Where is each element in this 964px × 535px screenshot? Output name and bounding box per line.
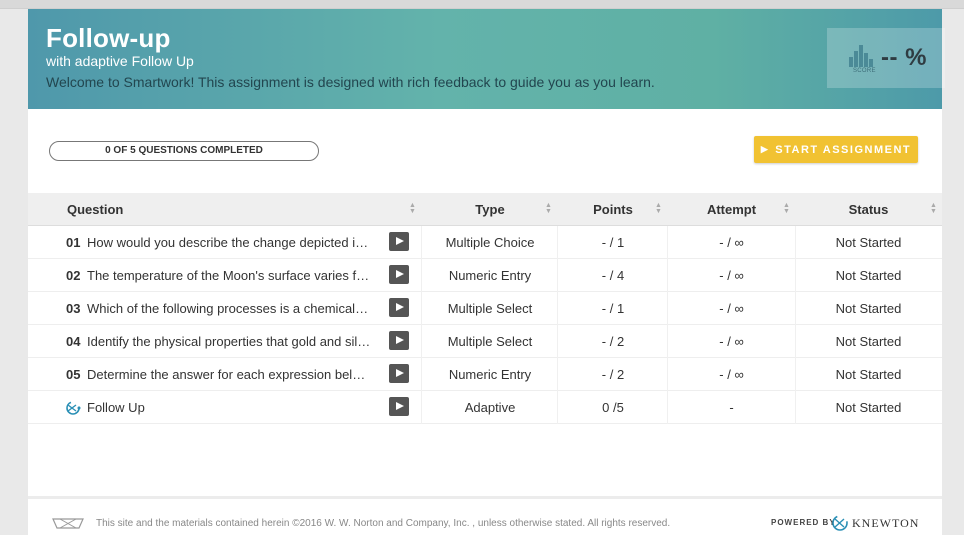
question-attempt: - / ∞ xyxy=(719,367,744,382)
question-status: Not Started xyxy=(835,367,902,382)
question-type: Adaptive xyxy=(464,400,516,415)
question-text[interactable]: Identify the physical properties that go… xyxy=(87,325,371,358)
progress-indicator: 0 OF 5 QUESTIONS COMPLETED xyxy=(49,141,319,161)
assignment-panel: Follow-up with adaptive Follow Up Welcom… xyxy=(28,9,945,535)
assignment-header: Follow-up with adaptive Follow Up Welcom… xyxy=(28,9,945,109)
copyright-text: This site and the materials contained he… xyxy=(96,518,671,529)
table-row[interactable]: 01 How would you describe the change dep… xyxy=(28,226,942,259)
column-header-attempt[interactable]: Attempt xyxy=(668,193,795,226)
question-number: 05 xyxy=(66,367,81,382)
score-box: SCORE -- % xyxy=(827,28,945,88)
page-subtitle: with adaptive Follow Up xyxy=(46,53,194,69)
table-row[interactable]: 02 The temperature of the Moon's surface… xyxy=(28,259,942,292)
question-text[interactable]: Which of the following processes is a ch… xyxy=(87,292,371,325)
welcome-message: Welcome to Smartwork! This assignment is… xyxy=(46,74,655,90)
table-row[interactable]: 03 Which of the following processes is a… xyxy=(28,292,942,325)
table-header: Question ▲ ▼ Type ▲ ▼ Points ▲ ▼ Attempt ▲ ▼… xyxy=(28,193,942,226)
start-assignment-button[interactable]: ▶ START ASSIGNMENT xyxy=(754,136,918,163)
question-points: - / 1 xyxy=(601,235,625,250)
norton-logo-icon xyxy=(52,518,84,529)
brand-name[interactable]: KNEWTON xyxy=(852,516,919,531)
question-points: 0 /5 xyxy=(602,400,624,415)
question-type: Multiple Select xyxy=(447,334,533,349)
question-number: 03 xyxy=(66,301,81,316)
question-text[interactable]: How would you describe the change depict… xyxy=(87,226,371,259)
question-number: 01 xyxy=(66,235,81,250)
column-header-question[interactable]: Question xyxy=(67,193,123,226)
question-points: - / 2 xyxy=(601,334,625,349)
question-attempt: - / ∞ xyxy=(719,301,744,316)
column-header-type[interactable]: Type xyxy=(422,193,558,226)
play-icon: ▶ xyxy=(760,144,770,154)
question-type: Numeric Entry xyxy=(448,268,532,283)
question-status: Not Started xyxy=(835,301,902,316)
question-list: 01 How would you describe the change dep… xyxy=(28,226,942,424)
question-text[interactable]: Follow Up xyxy=(87,391,371,424)
question-text[interactable]: The temperature of the Moon's surface va… xyxy=(87,259,371,292)
column-header-status[interactable]: Status xyxy=(795,193,942,226)
play-icon[interactable] xyxy=(389,232,409,251)
question-text[interactable]: Determine the answer for each expression… xyxy=(87,358,371,391)
sort-icon[interactable]: ▲ ▼ xyxy=(545,202,553,216)
page-title: Follow-up xyxy=(46,23,171,53)
column-header-points[interactable]: Points xyxy=(558,193,668,226)
footer: This site and the materials contained he… xyxy=(28,509,942,535)
footer-divider xyxy=(28,496,942,499)
play-icon[interactable] xyxy=(389,331,409,350)
table-row[interactable]: 05 Determine the answer for each express… xyxy=(28,358,942,391)
question-status: Not Started xyxy=(835,268,902,283)
play-icon[interactable] xyxy=(389,397,409,416)
question-number: 04 xyxy=(66,334,81,349)
question-attempt: - / ∞ xyxy=(719,235,744,250)
question-attempt: - / ∞ xyxy=(719,268,744,283)
knewton-logo-icon xyxy=(832,515,848,531)
question-type: Multiple Choice xyxy=(445,235,535,250)
question-number: 02 xyxy=(66,268,81,283)
bar-chart-icon xyxy=(849,45,873,67)
score-value: -- % xyxy=(881,44,927,71)
table-row[interactable]: 04 Identify the physical properties that… xyxy=(28,325,942,358)
play-icon[interactable] xyxy=(389,298,409,317)
question-status: Not Started xyxy=(835,400,902,415)
question-status: Not Started xyxy=(835,235,902,250)
top-strip xyxy=(0,0,964,9)
question-status: Not Started xyxy=(835,334,902,349)
powered-by-label: POWERED BY xyxy=(771,518,836,527)
question-points: - / 4 xyxy=(601,268,625,283)
start-assignment-label: START ASSIGNMENT xyxy=(775,143,912,156)
question-type: Multiple Select xyxy=(447,301,533,316)
sort-icon[interactable]: ▲ ▼ xyxy=(655,202,663,216)
question-type: Numeric Entry xyxy=(448,367,532,382)
question-points: - / 2 xyxy=(601,367,625,382)
question-points: - / 1 xyxy=(601,301,625,316)
sort-icon[interactable]: ▲ ▼ xyxy=(409,202,417,216)
sort-icon[interactable]: ▲ ▼ xyxy=(930,202,938,216)
adaptive-icon xyxy=(66,401,81,415)
question-attempt: - / ∞ xyxy=(719,334,744,349)
score-caption: SCORE xyxy=(853,68,876,74)
table-row-followup[interactable]: Follow Up Adaptive 0 /5 - Not Started xyxy=(28,391,942,424)
play-icon[interactable] xyxy=(389,265,409,284)
sort-icon[interactable]: ▲ ▼ xyxy=(783,202,791,216)
question-attempt: - xyxy=(729,400,734,415)
play-icon[interactable] xyxy=(389,364,409,383)
